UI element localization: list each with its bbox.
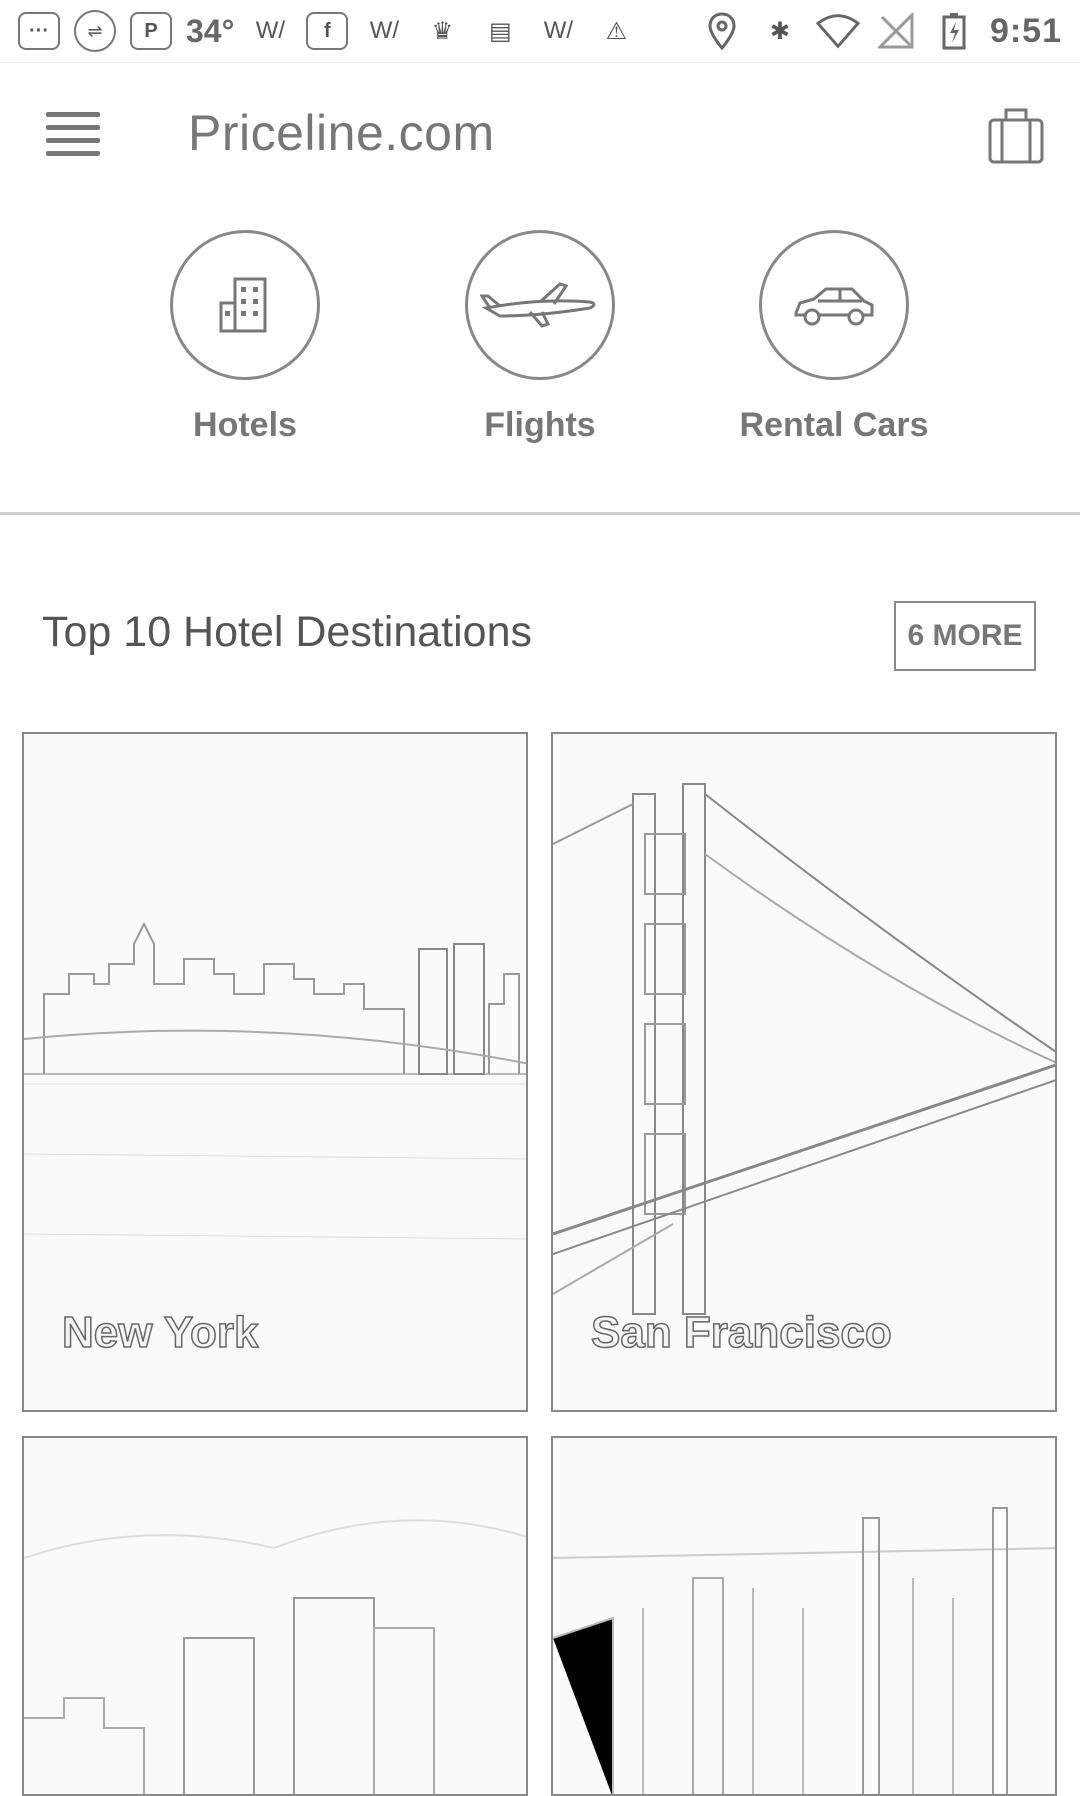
car-icon xyxy=(759,230,909,380)
walmart-icon-2: W/ xyxy=(369,17,400,44)
walmart-icon-3: W/ xyxy=(543,17,574,44)
app-title: Priceline.com xyxy=(188,105,495,161)
battery-charging-icon xyxy=(932,11,976,51)
product-verticals: Hotels Flights Rental Cars xyxy=(0,220,1080,510)
more-destinations-button[interactable]: 6 MORE xyxy=(894,601,1036,671)
notification-icons: ··· ⇌ P 34° W/ f W/ ♛ ▤ W/ ⚠ xyxy=(18,10,638,52)
section-divider xyxy=(0,512,1080,515)
usb-icon: ⇌ xyxy=(74,10,116,52)
wifi-icon xyxy=(815,11,860,51)
suitcase-icon[interactable] xyxy=(986,106,1046,164)
destinations-section-title: Top 10 Hotel Destinations xyxy=(42,608,533,656)
city-skyline-image xyxy=(24,1519,526,1794)
walmart-icon: W/ xyxy=(255,17,286,44)
hotel-building-icon xyxy=(170,230,320,380)
clock-time: 9:51 xyxy=(989,11,1062,50)
rental-cars-label: Rental Cars xyxy=(739,406,929,444)
crown-icon: ♛ xyxy=(431,17,454,45)
bluetooth-icon: ✱ xyxy=(769,17,790,45)
city-name: San Francisco xyxy=(590,1307,892,1358)
no-signal-icon xyxy=(874,11,918,51)
warning-icon: ⚠ xyxy=(605,17,628,45)
more-notifications-icon: ··· xyxy=(18,12,60,50)
temperature-text: 34° xyxy=(186,12,235,49)
destination-card-3[interactable] xyxy=(22,1436,528,1796)
destination-card-new-york[interactable]: New York xyxy=(22,732,528,1412)
rental-cars-button[interactable]: Rental Cars xyxy=(704,230,964,445)
flights-button[interactable]: Flights xyxy=(410,230,670,445)
destination-card-4[interactable] xyxy=(551,1436,1057,1796)
hamburger-menu-icon[interactable] xyxy=(46,112,100,156)
status-bar: ··· ⇌ P 34° W/ f W/ ♛ ▤ W/ ⚠ ✱ 9:51 xyxy=(0,0,1080,63)
facebook-icon: f xyxy=(306,12,349,50)
city-name: New York xyxy=(61,1307,259,1358)
hotels-label: Hotels xyxy=(193,406,297,444)
system-icons: ✱ 9:51 xyxy=(700,11,1062,51)
hotels-button[interactable]: Hotels xyxy=(115,230,375,445)
aerial-city-image xyxy=(553,1507,1055,1794)
destination-card-san-francisco[interactable]: San Francisco xyxy=(551,732,1057,1412)
airplane-icon xyxy=(465,230,615,380)
flights-label: Flights xyxy=(484,406,596,444)
location-icon xyxy=(700,11,744,51)
parking-icon: P xyxy=(130,12,172,50)
app-bar: Priceline.com xyxy=(0,64,1080,214)
bus-icon: ▤ xyxy=(489,17,512,45)
